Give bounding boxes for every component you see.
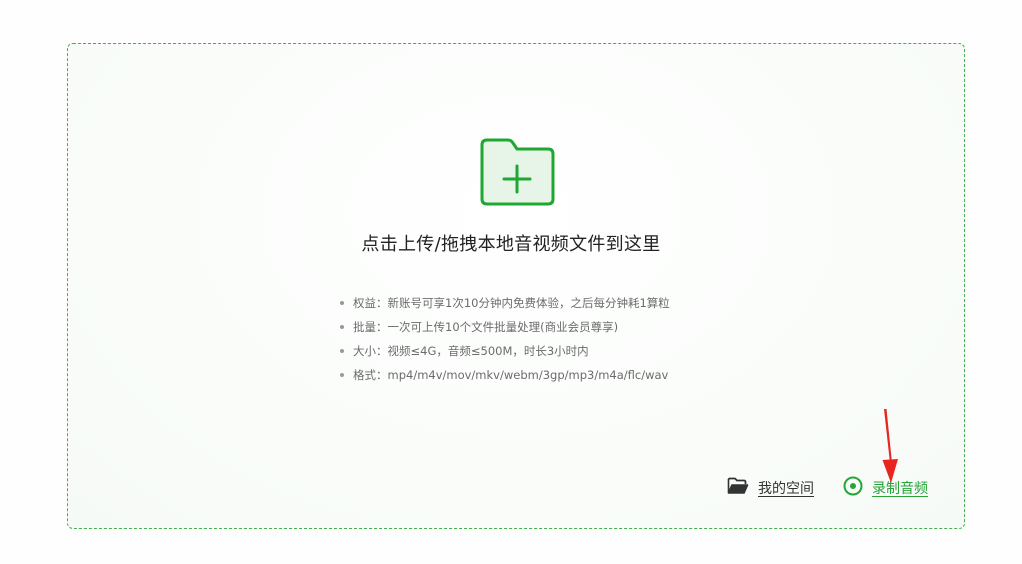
folder-plus-icon[interactable] — [478, 137, 556, 207]
info-item-size: 大小：视频≤4G，音频≤500M，时长3小时内 — [338, 343, 670, 367]
record-audio-link[interactable]: 录制音频 — [843, 476, 928, 500]
folder-open-icon — [727, 477, 749, 499]
info-item-benefits: 权益：新账号可享1次10分钟内免费体验，之后每分钟耗1算粒 — [338, 295, 670, 319]
record-audio-label[interactable]: 录制音频 — [872, 478, 928, 498]
info-item-batch: 批量：一次可上传10个文件批量处理(商业会员尊享) — [338, 319, 670, 343]
info-item-format: 格式：mp4/m4v/mov/mkv/webm/3gp/mp3/m4a/flc/… — [338, 367, 670, 391]
record-radio-icon — [843, 476, 863, 500]
upload-info-list: 权益：新账号可享1次10分钟内免费体验，之后每分钟耗1算粒 批量：一次可上传10… — [338, 295, 670, 391]
upload-prompt[interactable]: 点击上传/拖拽本地音视频文件到这里 — [0, 230, 1022, 256]
my-space-label[interactable]: 我的空间 — [758, 478, 814, 498]
upload-page: 点击上传/拖拽本地音视频文件到这里 权益：新账号可享1次10分钟内免费体验，之后… — [0, 0, 1022, 564]
my-space-link[interactable]: 我的空间 — [727, 477, 814, 499]
upload-drop-zone[interactable] — [67, 43, 965, 529]
